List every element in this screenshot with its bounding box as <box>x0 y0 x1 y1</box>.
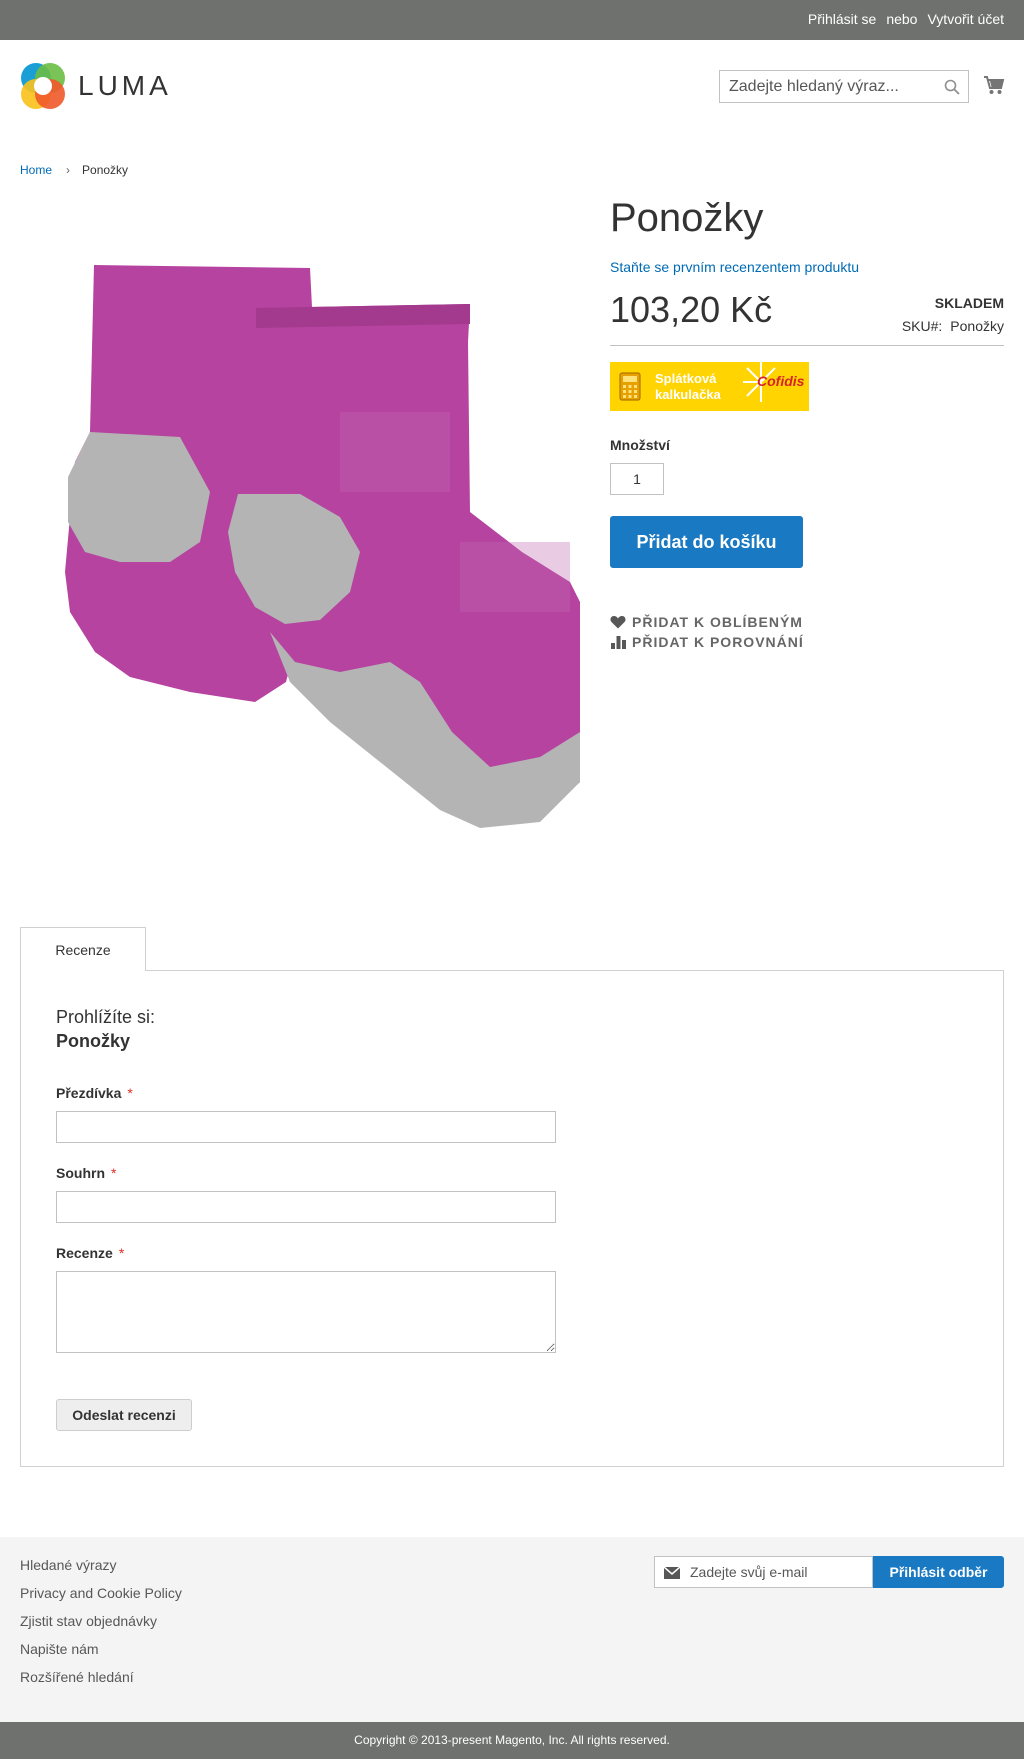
footer-link-search-terms[interactable]: Hledané výrazy <box>20 1556 182 1584</box>
wishlist-label: Přidat k oblíbeným <box>632 614 803 630</box>
banner-line-1: Splátková <box>655 371 717 386</box>
compare-icon <box>611 636 626 649</box>
breadcrumb: Home › Ponožky <box>20 163 128 177</box>
copyright: Copyright © 2013-present Magento, Inc. A… <box>0 1722 1024 1759</box>
header-links: Přihlásit se nebo Vytvořit účet <box>808 11 1004 27</box>
breadcrumb-home[interactable]: Home <box>20 163 52 177</box>
newsletter-form: Přihlásit odběr <box>654 1556 1004 1588</box>
first-review-link[interactable]: Staňte se prvním recenzentem produktu <box>610 259 859 275</box>
footer-links: Hledané výrazy Privacy and Cookie Policy… <box>20 1556 182 1696</box>
summary-label: Souhrn * <box>56 1165 116 1181</box>
footer-link-contact[interactable]: Napište nám <box>20 1640 182 1668</box>
product-image[interactable] <box>60 262 582 834</box>
summary-field[interactable] <box>56 1191 556 1223</box>
chevron-right-icon: › <box>66 163 71 177</box>
search-icon[interactable] <box>944 79 960 95</box>
add-to-wishlist-link[interactable]: Přidat k oblíbeným <box>610 614 803 630</box>
newsletter-input-wrap <box>654 1556 873 1588</box>
search-box <box>719 70 969 103</box>
nickname-label: Přezdívka * <box>56 1085 133 1101</box>
logo-mark-icon <box>21 63 65 109</box>
or-text: nebo <box>886 11 918 27</box>
footer-link-order-status[interactable]: Zjistit stav objednávky <box>20 1612 182 1640</box>
banner-line-2: kalkulačka <box>655 387 721 402</box>
footer-link-advanced-search[interactable]: Rozšířené hledání <box>20 1668 182 1696</box>
nickname-field[interactable] <box>56 1111 556 1143</box>
create-account-link[interactable]: Vytvořit účet <box>927 11 1004 27</box>
add-to-compare-link[interactable]: Přidat k porovnání <box>610 634 804 650</box>
tab-reviews[interactable]: Recenze <box>20 927 146 971</box>
sign-in-link[interactable]: Přihlásit se <box>808 11 876 27</box>
add-to-cart-button[interactable]: Přidat do košíku <box>610 516 803 568</box>
sku-label: SKU#: <box>901 318 943 334</box>
review-textarea[interactable] <box>56 1271 556 1353</box>
installment-calculator-banner[interactable]: Splátková kalkulačka Cofidis <box>610 362 809 411</box>
product-title: Ponožky <box>610 196 764 240</box>
required-marker: * <box>111 1165 117 1181</box>
review-product-name: Ponožky <box>56 1031 131 1051</box>
newsletter-subscribe-button[interactable]: Přihlásit odběr <box>873 1556 1004 1588</box>
product-sku: SKU#: Ponožky <box>902 318 1004 334</box>
logo-wordmark: LUMA <box>78 70 172 101</box>
required-marker: * <box>118 1245 125 1261</box>
top-bar: Přihlásit se nebo Vytvořit účet <box>0 0 1024 40</box>
price-divider <box>610 345 1004 346</box>
calculator-icon <box>619 372 641 401</box>
qty-label: Množství <box>610 437 670 453</box>
submit-review-button[interactable]: Odeslat recenzi <box>56 1399 192 1431</box>
mail-icon <box>664 1567 680 1579</box>
stock-status: Skladem <box>934 295 1004 311</box>
summary-label-text: Souhrn <box>56 1165 105 1181</box>
required-marker: * <box>127 1085 133 1101</box>
compare-label: Přidat k porovnání <box>632 634 804 650</box>
banner-text: Splátková kalkulačka <box>655 371 721 403</box>
newsletter-email-input[interactable] <box>655 1557 872 1587</box>
breadcrumb-current: Ponožky <box>82 163 129 177</box>
qty-input[interactable] <box>610 463 664 495</box>
cart-icon[interactable] <box>983 74 1005 96</box>
heart-icon <box>610 616 626 629</box>
banner-brand: Cofidis <box>757 373 805 389</box>
search-input[interactable] <box>720 71 968 102</box>
product-price: 103,20 Kč <box>610 289 773 330</box>
footer-link-privacy[interactable]: Privacy and Cookie Policy <box>20 1584 182 1612</box>
review-label: Recenze * <box>56 1245 124 1261</box>
luma-logo[interactable]: LUMA <box>20 62 172 110</box>
review-legend: Prohlížíte si: <box>56 1007 156 1027</box>
sku-value: Ponožky <box>950 318 1004 334</box>
nickname-label-text: Přezdívka <box>56 1085 122 1101</box>
review-label-text: Recenze <box>56 1245 113 1261</box>
